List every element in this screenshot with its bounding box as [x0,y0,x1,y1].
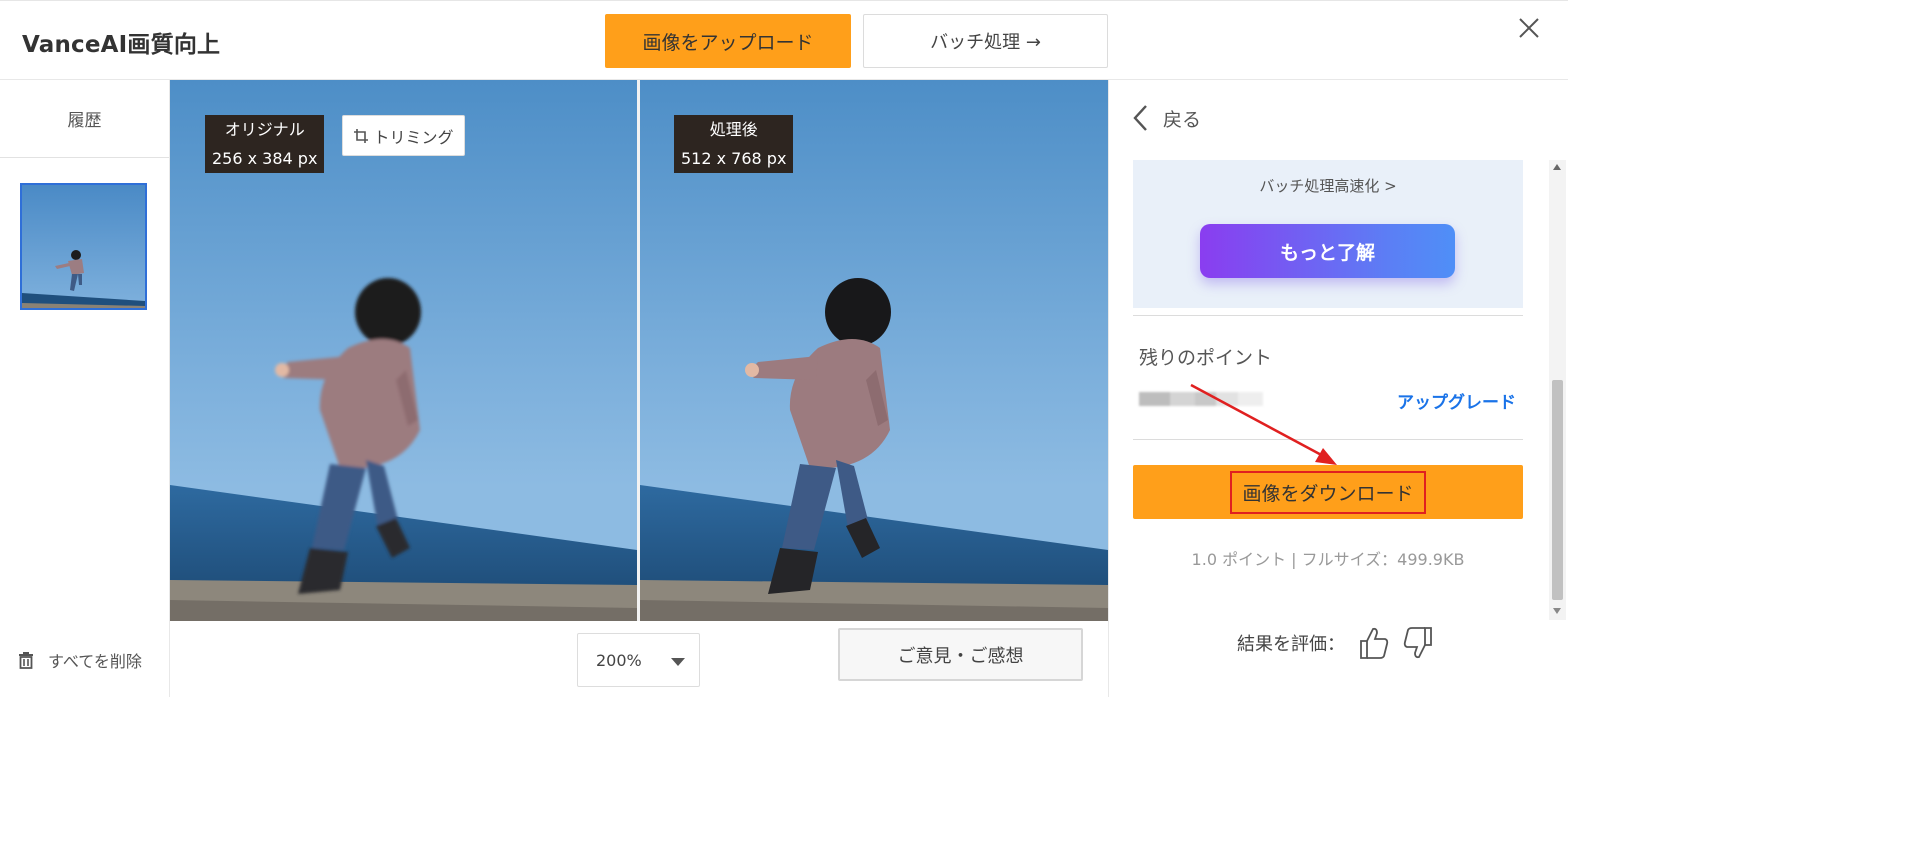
zoom-select[interactable]: 200% [577,633,700,687]
history-tab-label: 履歴 [67,111,102,131]
chevron-down-icon [671,658,685,666]
history-thumbnail[interactable] [20,183,147,310]
close-icon [1519,18,1539,38]
delete-all-button[interactable]: すべてを削除 [16,648,142,672]
chevron-left-icon [1133,105,1147,131]
thumbs-up-icon[interactable] [1359,626,1389,660]
history-thumbnail-image [22,185,145,308]
rate-label: 結果を評価： [1237,634,1345,655]
history-sidebar: 履歴 すべてを削除 [0,80,170,697]
result-panel: 戻る バッチ処理高速化 > もっと了解 残りのポイント アップグレード 画像をダ… [1108,80,1568,697]
history-tab[interactable]: 履歴 [0,80,169,158]
crop-label: トリミング [373,127,454,147]
crop-icon [354,128,369,143]
divider [1133,439,1523,440]
close-button[interactable] [1514,13,1544,43]
image-compare-view[interactable]: オリジナル 256 x 384 px トリミング 処理後 512 x 768 p… [170,80,1108,621]
scrollbar-thumb[interactable] [1552,380,1563,600]
zoom-value: 200% [596,650,642,670]
upload-image-button[interactable]: 画像をアップロード [605,14,851,68]
download-info: 1.0 ポイント | フルサイズ：499.9KB [1191,550,1465,569]
original-label: オリジナル 256 x 384 px [205,115,325,173]
processed-image-pane: 処理後 512 x 768 px [640,80,1108,621]
original-image-pane: オリジナル 256 x 384 px トリミング [170,80,637,621]
upgrade-link[interactable]: アップグレード [1397,388,1516,413]
original-size: 256 x 384 px [212,149,318,168]
thumbs-down-icon[interactable] [1403,626,1433,660]
feedback-button[interactable]: ご意見・ご感想 [838,628,1083,681]
rate-result: 結果を評価： [1237,626,1433,660]
scroll-up-arrow[interactable] [1553,164,1561,170]
processed-label: 処理後 512 x 768 px [674,115,794,173]
crop-button[interactable]: トリミング [342,115,465,156]
remaining-points-title: 残りのポイント [1139,347,1273,369]
processed-size: 512 x 768 px [681,149,787,168]
promo-card: バッチ処理高速化 > もっと了解 [1133,160,1523,308]
processed-label-title: 処理後 [709,120,758,139]
app-window: VanceAI画質向上 画像をアップロード バッチ処理 → 履歴 すべてを削除 … [0,0,1568,697]
back-button[interactable]: 戻る [1133,104,1201,132]
trash-icon [19,652,33,669]
delete-all-label: すべてを削除 [48,652,142,671]
batch-speedup-link[interactable]: バッチ処理高速化 > [1133,175,1523,196]
remaining-points-value-redacted [1139,392,1263,406]
compare-toolbar: 200% ご意見・ご感想 [170,621,1108,697]
brand-title: VanceAI画質向上 [22,32,221,58]
result-scroll-area[interactable]: バッチ処理高速化 > もっと了解 残りのポイント アップグレード 画像をダウンロ… [1109,160,1569,620]
back-label: 戻る [1163,108,1202,131]
header: VanceAI画質向上 画像をアップロード バッチ処理 → [0,1,1568,80]
original-label-title: オリジナル [224,120,305,139]
scroll-down-arrow[interactable] [1553,608,1561,614]
divider [1133,315,1523,316]
download-label: 画像をダウンロード [1230,470,1426,514]
scrollbar[interactable] [1549,160,1566,620]
batch-processing-button[interactable]: バッチ処理 → [863,14,1108,68]
learn-more-button[interactable]: もっと了解 [1200,224,1455,278]
download-image-button[interactable]: 画像をダウンロード [1133,465,1523,519]
